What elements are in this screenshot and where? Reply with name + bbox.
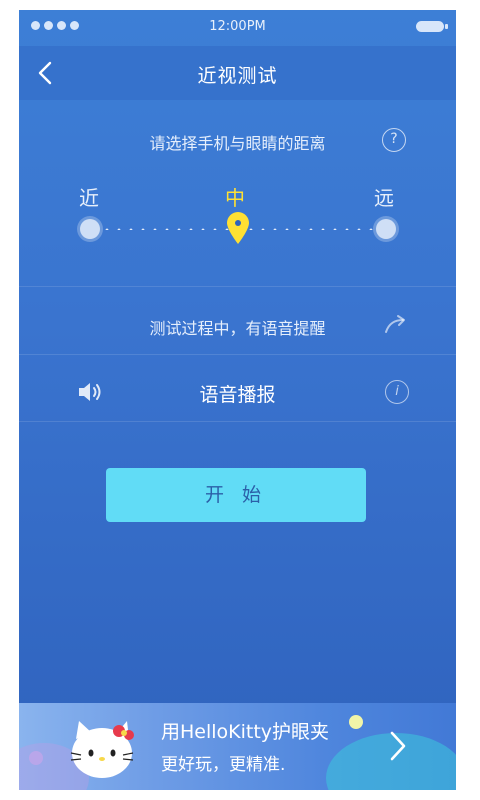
share-arrow-icon[interactable]	[383, 313, 409, 335]
hello-kitty-banner[interactable]: 用HelloKitty护眼夹 更好玩，更精准.	[19, 703, 456, 790]
level-far-label[interactable]: 远	[374, 182, 394, 211]
info-icon[interactable]: i	[385, 380, 409, 404]
banner-title: 用HelloKitty护眼夹	[161, 721, 330, 743]
divider	[19, 286, 456, 287]
help-icon[interactable]: ?	[382, 128, 406, 152]
banner-ball	[349, 715, 363, 729]
phone-screen: 12:00PM 近视测试 请选择手机与眼睛的距离 ? 近 中 远 测试过程中，有…	[19, 10, 456, 790]
hello-kitty-icon	[67, 713, 137, 783]
level-near-label[interactable]: 近	[79, 182, 99, 211]
chevron-right-icon[interactable]	[386, 729, 410, 763]
slider-stop-far[interactable]	[376, 219, 396, 239]
status-time: 12:00PM	[209, 19, 266, 34]
banner-subtitle: 更好玩，更精准.	[161, 755, 286, 775]
page-title: 近视测试	[197, 65, 278, 87]
distance-slider[interactable]	[77, 212, 399, 245]
level-mid-label[interactable]: 中	[225, 182, 245, 211]
battery-icon	[416, 21, 448, 32]
location-pin-icon[interactable]	[225, 211, 251, 245]
nav-bar: 近视测试	[19, 46, 456, 100]
start-button[interactable]: 开 始	[106, 468, 366, 522]
slider-stop-near[interactable]	[80, 219, 100, 239]
divider	[19, 354, 456, 355]
banner-dot	[29, 751, 43, 765]
voice-broadcast-row[interactable]: 语音播报 i	[19, 362, 456, 424]
status-bar: 12:00PM	[19, 10, 456, 46]
divider	[19, 421, 456, 422]
